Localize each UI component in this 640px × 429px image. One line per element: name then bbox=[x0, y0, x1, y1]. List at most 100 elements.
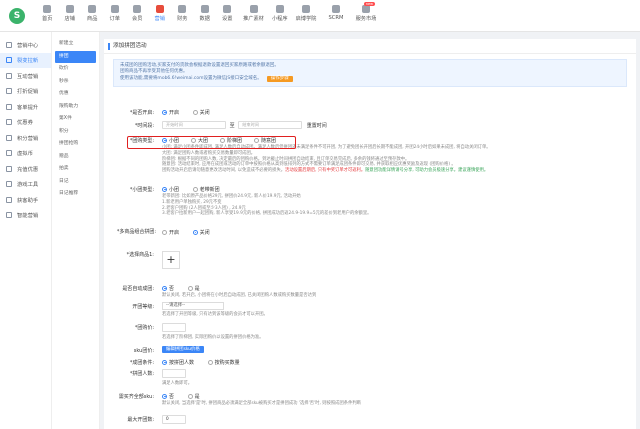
home-icon bbox=[43, 5, 52, 13]
subnav-item-11[interactable]: 日记 bbox=[52, 176, 99, 189]
sidebar-item-2[interactable]: 互动营销 bbox=[0, 68, 51, 84]
radio-checked-icon[interactable] bbox=[162, 393, 167, 399]
auto-yes-option[interactable]: 是 bbox=[187, 285, 200, 292]
price-input[interactable] bbox=[162, 323, 186, 332]
cond-opt-1[interactable]: 按拼团人数 bbox=[162, 359, 194, 366]
subnav-item-12[interactable]: 日记推荐 bbox=[52, 188, 99, 201]
time-start-input[interactable]: 开始时间 bbox=[162, 121, 226, 129]
sidebar-item-1[interactable]: 裂变拉新 bbox=[0, 52, 51, 68]
sidebar-item-7[interactable]: 虚拟币 bbox=[0, 146, 51, 162]
enabled-off-option[interactable]: 关闭 bbox=[192, 109, 210, 116]
enabled-on-option[interactable]: 开启 bbox=[162, 109, 179, 116]
subnav-item-7[interactable]: 积分 bbox=[52, 126, 99, 139]
nav-item-9[interactable]: 推广素材 bbox=[239, 3, 269, 22]
num-label: *拼团人数: bbox=[129, 371, 154, 377]
max-input[interactable]: 0 bbox=[162, 415, 186, 424]
app-logo[interactable]: S bbox=[9, 8, 25, 24]
subnav-item-8[interactable]: 拼团抢购 bbox=[52, 138, 99, 151]
nav-item-11[interactable]: 启博学院 bbox=[291, 3, 321, 22]
multi-on-option[interactable]: 开启 bbox=[162, 229, 179, 236]
sidebar-icon bbox=[6, 57, 12, 64]
subnav-item-5[interactable]: 限购助力 bbox=[52, 101, 99, 114]
subnav-item-4[interactable]: 优惠 bbox=[52, 88, 99, 101]
auto-no-option[interactable]: 否 bbox=[162, 285, 174, 292]
secondary-sidebar: 新建立 拼团 砍价 秒杀 优惠 限购助力 第X件 积分 拼团抢购 赠品 拍卖 日记 日记推荐 bbox=[52, 32, 100, 429]
goods-icon bbox=[88, 5, 97, 13]
nav-item-4[interactable]: 会员 bbox=[126, 3, 149, 22]
num-input[interactable] bbox=[162, 369, 186, 378]
subnav-item-10[interactable]: 拍卖 bbox=[52, 163, 99, 176]
nav-item-3[interactable]: 订单 bbox=[104, 3, 127, 22]
enabled-label: *是否开启: bbox=[129, 110, 154, 116]
nav-item-2[interactable]: 商品 bbox=[81, 3, 104, 22]
sidebar-item-5[interactable]: 优惠券 bbox=[0, 115, 51, 131]
small-opt-1[interactable]: 小团 bbox=[162, 186, 179, 193]
promo-icon bbox=[249, 5, 258, 13]
multi-off-option[interactable]: 关闭 bbox=[192, 229, 210, 236]
radio-unchecked-icon[interactable] bbox=[162, 229, 167, 235]
small-opt-2[interactable]: 老带新团 bbox=[192, 186, 220, 193]
allsku-yes-option[interactable]: 是 bbox=[187, 393, 200, 400]
sidebar-item-10[interactable]: 获客助手 bbox=[0, 192, 51, 208]
subnav-item-6[interactable]: 第X件 bbox=[52, 113, 99, 126]
radio-unchecked-icon[interactable] bbox=[187, 285, 193, 291]
type-highlight-box bbox=[127, 136, 296, 149]
nav-item-12[interactable]: SCRM bbox=[321, 3, 351, 22]
scrm-icon bbox=[332, 5, 340, 13]
nav-item-13[interactable]: 服务市场 new bbox=[351, 2, 381, 22]
sidebar-item-0[interactable]: 营销中心 bbox=[0, 37, 51, 53]
sidebar-icon bbox=[6, 41, 12, 48]
nav-label: 推广素材 bbox=[243, 16, 264, 22]
edit-sku-price-button[interactable]: 编辑拼团sku价格 bbox=[162, 346, 204, 353]
sidebar-icon bbox=[6, 72, 12, 79]
subnav-item-9[interactable]: 赠品 bbox=[52, 151, 99, 164]
radio-checked-icon[interactable] bbox=[162, 359, 167, 365]
radio-checked-icon[interactable] bbox=[162, 109, 167, 115]
radio-checked-icon[interactable] bbox=[162, 186, 167, 192]
radio-unchecked-icon[interactable] bbox=[187, 393, 193, 399]
nav-item-0[interactable]: 首页 bbox=[36, 3, 59, 22]
nav-item-1[interactable]: 店铺 bbox=[59, 3, 82, 22]
market-icon bbox=[362, 5, 370, 13]
sidebar-label: 营销中心 bbox=[17, 42, 39, 49]
member-icon bbox=[133, 5, 142, 13]
small-desc-3: 3.老客户拉新用户一起团购, 新人享受19.9元的价格, 拼团成功后返24.9-… bbox=[162, 211, 372, 217]
max-label: 最大开团数: bbox=[127, 417, 154, 423]
sidebar-label: 充值优惠 bbox=[17, 166, 39, 173]
radio-unchecked-icon[interactable] bbox=[207, 359, 213, 365]
nav-item-7[interactable]: 数据 bbox=[194, 3, 217, 22]
nav-item-5[interactable]: 营销 bbox=[149, 3, 172, 22]
sidebar-item-11[interactable]: 智能营销 bbox=[0, 208, 51, 224]
subnav-item-3[interactable]: 秒杀 bbox=[52, 76, 99, 89]
sidebar-item-3[interactable]: 打折促销 bbox=[0, 84, 51, 100]
radio-checked-icon[interactable] bbox=[162, 285, 167, 291]
sidebar-label: 优惠券 bbox=[17, 120, 33, 127]
sidebar-item-4[interactable]: 客单提升 bbox=[0, 99, 51, 115]
nav-item-6[interactable]: 财务 bbox=[171, 3, 194, 22]
level-select[interactable]: --请选择-- bbox=[162, 302, 224, 310]
sidebar-icon bbox=[6, 212, 12, 219]
radio-unchecked-icon[interactable] bbox=[192, 186, 198, 192]
time-reset-link[interactable]: 重置时间 bbox=[307, 123, 327, 129]
subnav-item-1[interactable]: 拼团 bbox=[55, 50, 96, 63]
radio-unchecked-icon[interactable] bbox=[192, 109, 198, 115]
sidebar-item-9[interactable]: 游戏工具 bbox=[0, 177, 51, 193]
cond-opt-2[interactable]: 按购买数量 bbox=[207, 359, 240, 366]
allsku-no-option[interactable]: 否 bbox=[162, 393, 174, 400]
nav-item-8[interactable]: 设置 bbox=[216, 3, 239, 22]
subnav-item-2[interactable]: 砍价 bbox=[52, 63, 99, 76]
main-panel: 添加拼团活动 未成团的团购活动,买家支付的货款会根据退款设置退回买家原路或者余额… bbox=[104, 39, 636, 429]
add-goods-button[interactable]: + bbox=[162, 251, 180, 269]
steps-button[interactable]: 操作步骤 bbox=[266, 75, 293, 82]
sidebar-item-6[interactable]: 积分营销 bbox=[0, 130, 51, 146]
radio-checked-icon[interactable] bbox=[192, 229, 198, 235]
sku-label: sku团价: bbox=[133, 348, 154, 354]
time-end-input[interactable]: 结束时间 bbox=[238, 121, 303, 129]
nav-item-10[interactable]: 小程序 bbox=[269, 3, 292, 22]
time-to-text: 至 bbox=[229, 122, 235, 129]
small-type-label: *小团类型: bbox=[129, 187, 154, 193]
sidebar-item-8[interactable]: 充值优惠 bbox=[0, 161, 51, 177]
order-icon bbox=[110, 5, 119, 13]
subnav-item-0[interactable]: 新建立 bbox=[52, 38, 99, 51]
sidebar-icon bbox=[6, 150, 12, 157]
